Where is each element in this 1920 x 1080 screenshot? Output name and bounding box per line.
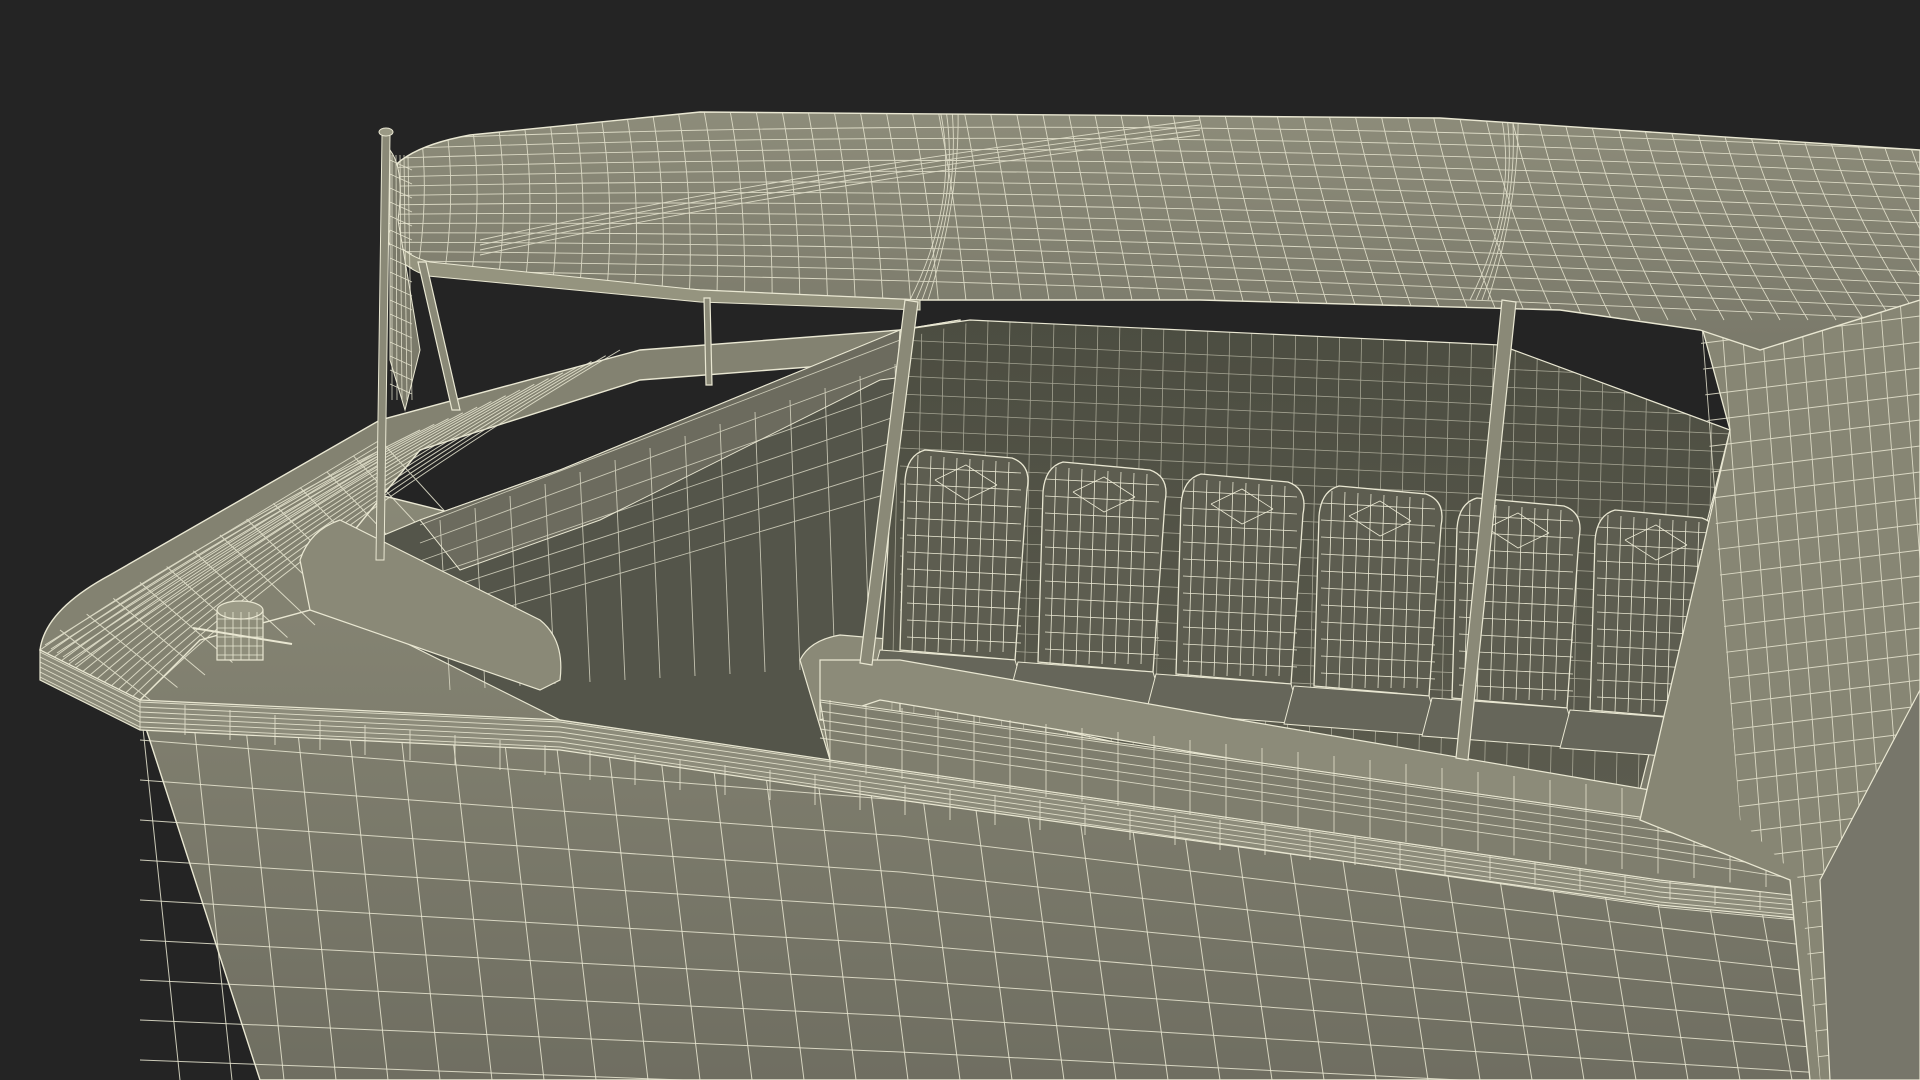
roof-canopy <box>380 111 1920 351</box>
boat-wireframe-render <box>39 111 1920 1080</box>
render-viewport <box>0 0 1920 1080</box>
